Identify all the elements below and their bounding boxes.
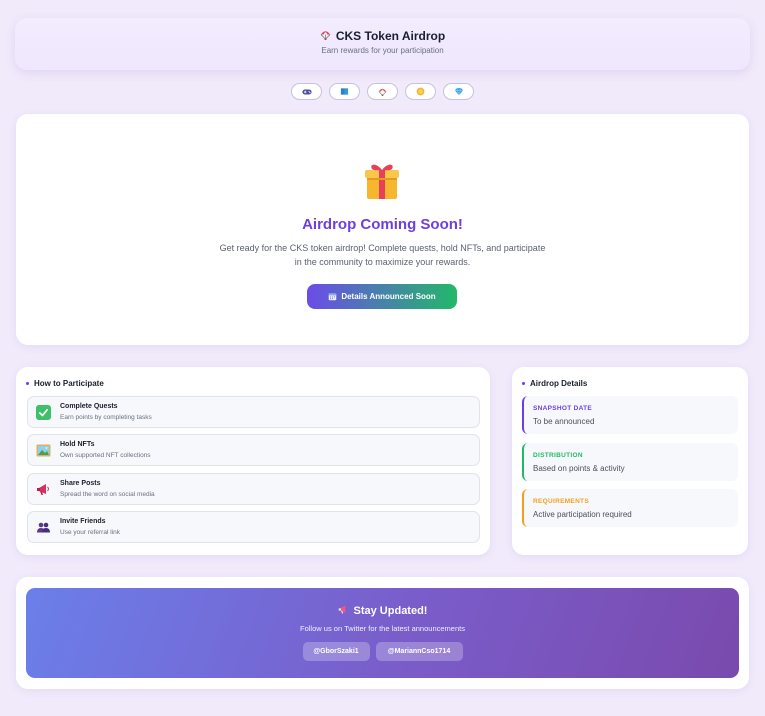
details-heading-row: Airdrop Details xyxy=(522,379,587,388)
participate-item-desc: Own supported NFT collections xyxy=(60,452,151,459)
participate-item-title: Hold NFTs xyxy=(60,441,95,448)
bullet-dot xyxy=(26,382,29,385)
participate-item-title: Invite Friends xyxy=(60,518,106,525)
details-card: Airdrop Details SNAPSHOT DATE To be anno… xyxy=(512,367,748,555)
participate-heading-row: How to Participate xyxy=(26,379,104,388)
coin-icon xyxy=(416,87,425,96)
updates-card: Stay Updated! Follow us on Twitter for t… xyxy=(16,577,749,689)
detail-requirements: REQUIREMENTS Active participation requir… xyxy=(522,489,738,527)
bullet-dot xyxy=(522,382,525,385)
users-icon xyxy=(36,520,51,535)
detail-label: SNAPSHOT DATE xyxy=(533,405,593,412)
twitter-handle-link[interactable]: @GborSzaki1 xyxy=(302,642,370,661)
detail-value: Based on points & activity xyxy=(533,464,625,473)
participate-item-quests[interactable]: Complete Quests Earn points by completin… xyxy=(27,396,480,428)
diamond-icon xyxy=(454,88,463,96)
detail-label: DISTRIBUTION xyxy=(533,452,583,459)
detail-distribution: DISTRIBUTION Based on points & activity xyxy=(522,443,738,481)
participate-item-invite[interactable]: Invite Friends Use your referral link xyxy=(27,511,480,543)
participate-item-desc: Spread the word on social media xyxy=(60,491,155,498)
nav-row xyxy=(0,83,765,100)
detail-value: To be announced xyxy=(533,417,595,426)
picture-icon xyxy=(36,443,51,458)
nav-coin-button[interactable] xyxy=(405,83,436,100)
hero-description: Get ready for the CKS token airdrop! Com… xyxy=(219,243,546,267)
participate-card: How to Participate Complete Quests Earn … xyxy=(16,367,490,555)
nav-gamepad-button[interactable] xyxy=(291,83,322,100)
nav-diamond-button[interactable] xyxy=(443,83,474,100)
megaphone-icon xyxy=(338,604,349,618)
checkbox-icon xyxy=(36,405,51,420)
details-announced-button[interactable]: Details Announced Soon xyxy=(307,284,457,309)
hero-title: Airdrop Coming Soon! xyxy=(302,216,463,233)
participate-heading: How to Participate xyxy=(34,379,104,388)
parachute-icon xyxy=(320,29,331,43)
participate-item-desc: Earn points by completing tasks xyxy=(60,414,152,421)
hero-card: Airdrop Coming Soon! Get ready for the C… xyxy=(16,114,749,345)
updates-title: Stay Updated! xyxy=(353,605,428,617)
header-subtitle: Earn rewards for your participation xyxy=(321,46,444,55)
participate-item-share[interactable]: Share Posts Spread the word on social me… xyxy=(27,473,480,505)
details-heading: Airdrop Details xyxy=(530,379,588,388)
megaphone-icon xyxy=(36,482,51,497)
detail-snapshot-date: SNAPSHOT DATE To be announced xyxy=(522,396,738,434)
gamepad-icon xyxy=(301,89,312,94)
updates-subtitle: Follow us on Twitter for the latest anno… xyxy=(300,624,465,633)
header-title: CKS Token Airdrop xyxy=(335,29,446,43)
details-announced-label: Details Announced Soon xyxy=(341,292,436,301)
participate-item-title: Complete Quests xyxy=(60,403,118,410)
detail-label: REQUIREMENTS xyxy=(533,498,589,505)
header-title-row: CKS Token Airdrop xyxy=(15,29,750,43)
participate-item-title: Share Posts xyxy=(60,480,101,487)
updates-title-row: Stay Updated! xyxy=(26,604,739,618)
book-icon xyxy=(340,88,349,95)
nav-book-button[interactable] xyxy=(329,83,360,100)
nav-parachute-button[interactable] xyxy=(367,83,398,100)
updates-banner: Stay Updated! Follow us on Twitter for t… xyxy=(26,588,739,678)
twitter-handle-link[interactable]: @MariannCso1714 xyxy=(375,642,463,661)
gift-icon xyxy=(363,160,401,200)
participate-item-nfts[interactable]: Hold NFTs Own supported NFT collections xyxy=(27,434,480,466)
calendar-icon xyxy=(329,293,337,301)
header-card: CKS Token Airdrop Earn rewards for your … xyxy=(15,18,750,70)
twitter-handles: @GborSzaki1 @MariannCso1714 xyxy=(26,642,739,661)
detail-value: Active participation required xyxy=(533,510,632,519)
parachute-icon xyxy=(378,88,387,96)
participate-item-desc: Use your referral link xyxy=(60,529,120,536)
